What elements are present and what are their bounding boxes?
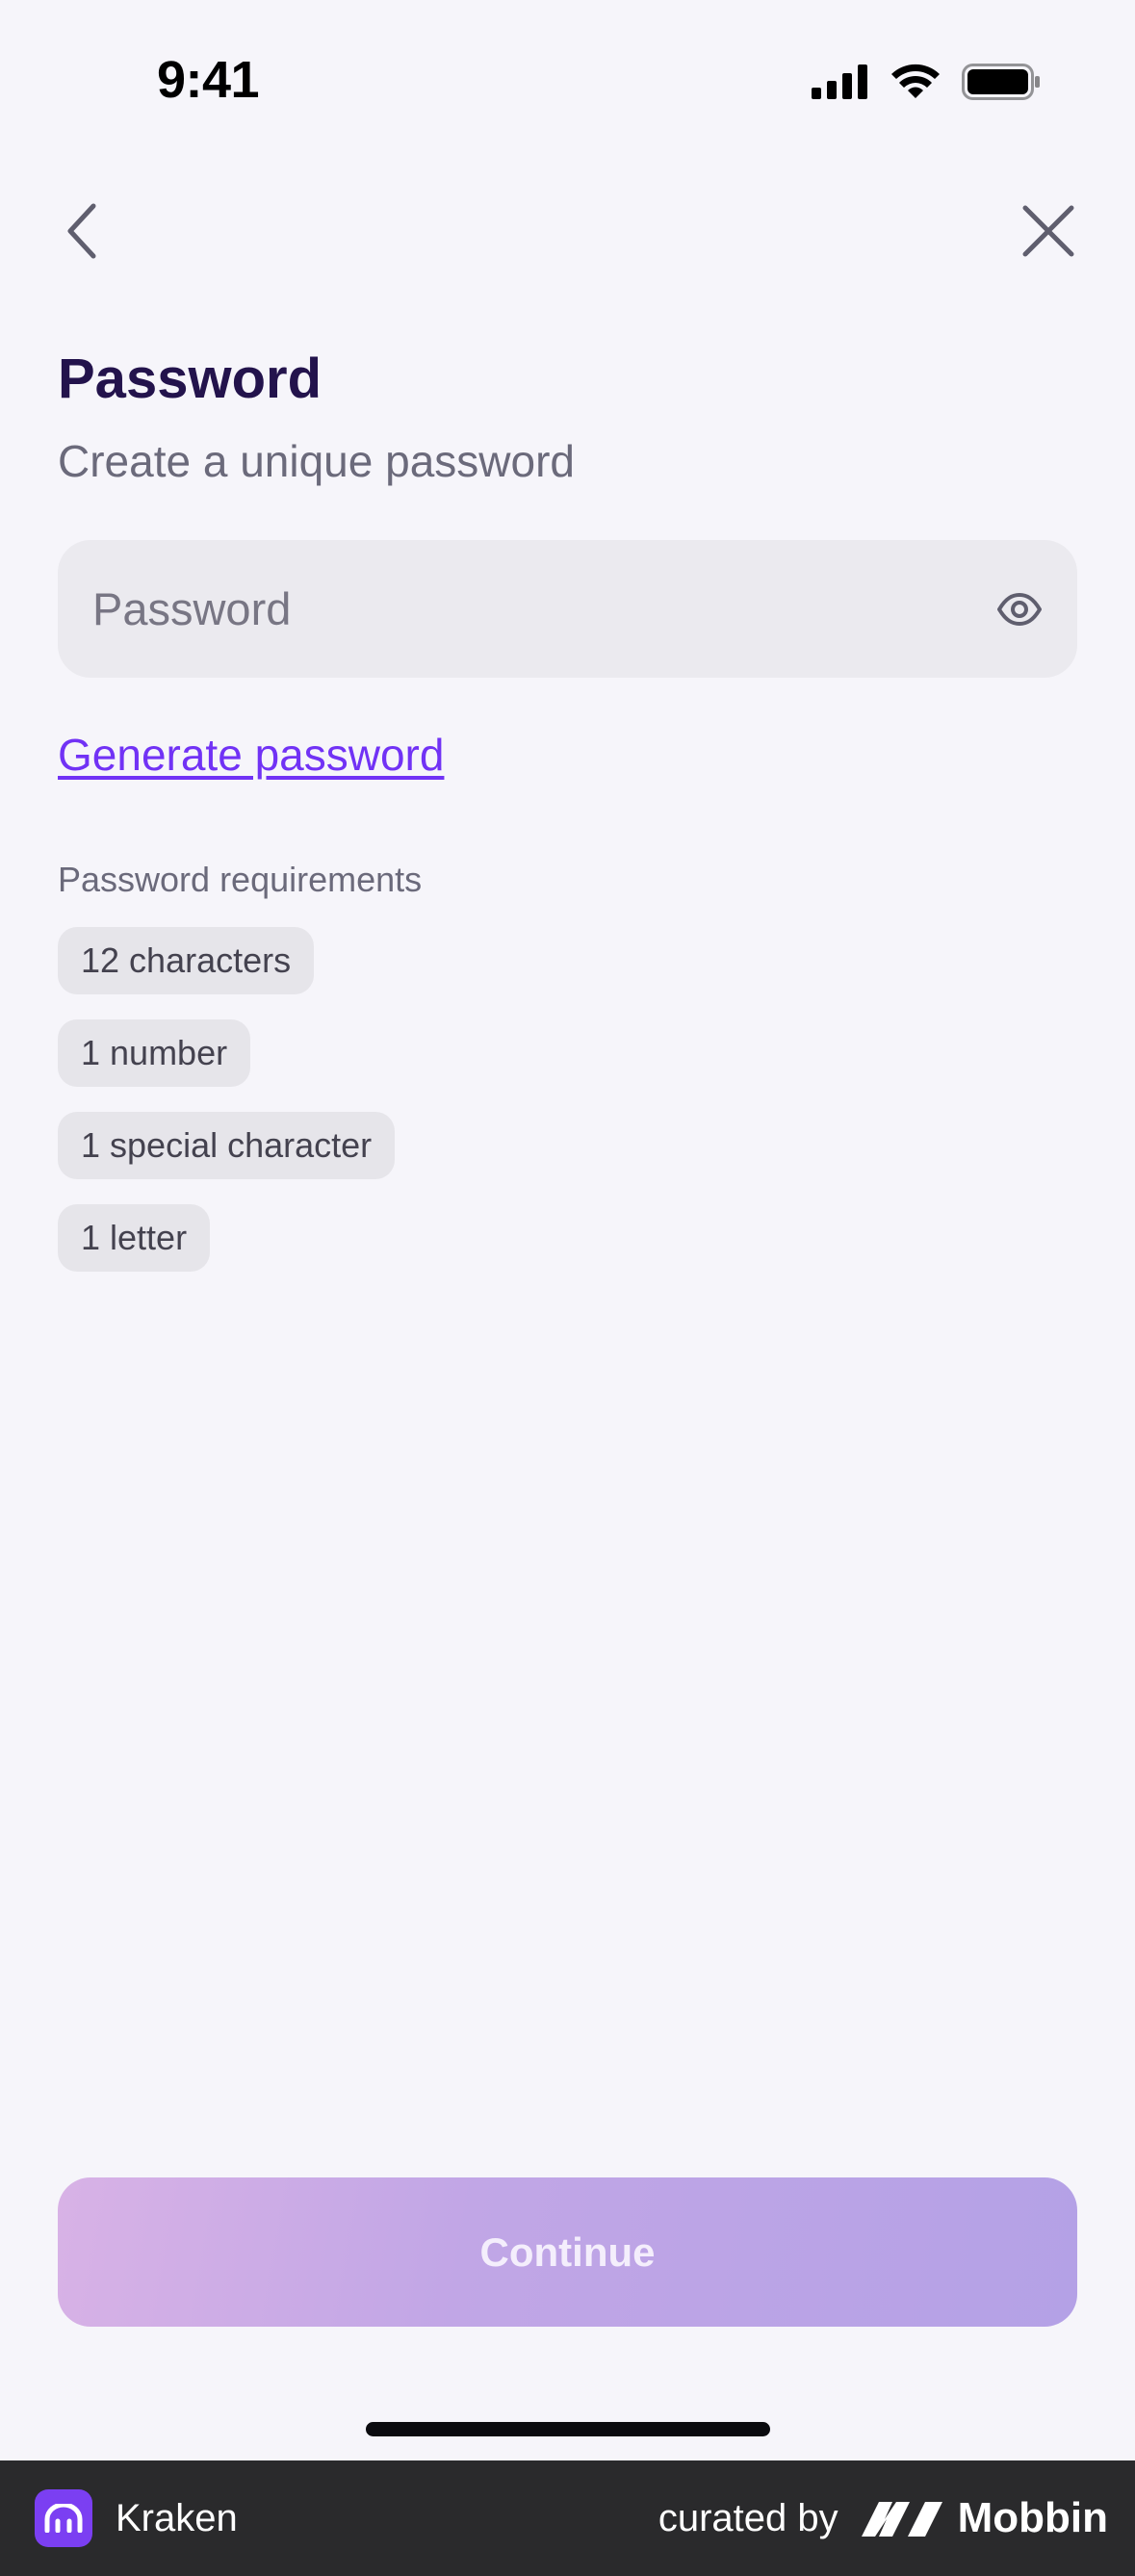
close-icon	[1022, 205, 1074, 257]
status-icons	[812, 64, 1041, 100]
password-field	[58, 540, 1077, 678]
requirement-chip-letter: 1 letter	[58, 1204, 211, 1272]
mobbin-mark-icon	[861, 2502, 942, 2537]
wifi-icon	[891, 64, 940, 98]
footer-app-name: Kraken	[116, 2496, 238, 2539]
requirement-chip-number: 1 number	[58, 1019, 251, 1087]
eye-icon	[997, 592, 1042, 626]
footer: Kraken curated by Mobbin	[0, 2460, 1135, 2576]
requirement-chip-characters: 12 characters	[58, 927, 315, 994]
curated-by-text: curated by	[658, 2496, 838, 2539]
screen: 9:41 Password Create a unique password G…	[0, 0, 1135, 2576]
close-button[interactable]	[1010, 193, 1087, 270]
continue-button[interactable]: Continue	[58, 2177, 1077, 2327]
requirements-label: Password requirements	[58, 860, 423, 899]
show-password-button[interactable]	[991, 580, 1048, 638]
mobbin-logo: Mobbin	[860, 2494, 1108, 2542]
requirement-chip-special: 1 special character	[58, 1112, 396, 1179]
battery-icon	[962, 64, 1040, 100]
generate-password-link[interactable]: Generate password	[58, 729, 444, 781]
signal-icon	[812, 64, 867, 99]
requirements-list: 12 characters 1 number 1 special charact…	[58, 927, 396, 1272]
kraken-logo-icon	[35, 2489, 92, 2547]
footer-app: Kraken	[35, 2460, 238, 2576]
status-time: 9:41	[157, 51, 260, 109]
page-title: Password	[58, 348, 322, 410]
home-indicator	[366, 2422, 770, 2436]
password-input[interactable]	[92, 582, 991, 635]
mobbin-brand-text: Mobbin	[957, 2494, 1108, 2541]
footer-credit: curated by Mobbin	[658, 2460, 1108, 2576]
chevron-left-icon	[67, 203, 96, 259]
status-bar: 9:41	[0, 0, 1135, 164]
back-button[interactable]	[48, 193, 116, 270]
page-subtitle: Create a unique password	[58, 436, 575, 486]
